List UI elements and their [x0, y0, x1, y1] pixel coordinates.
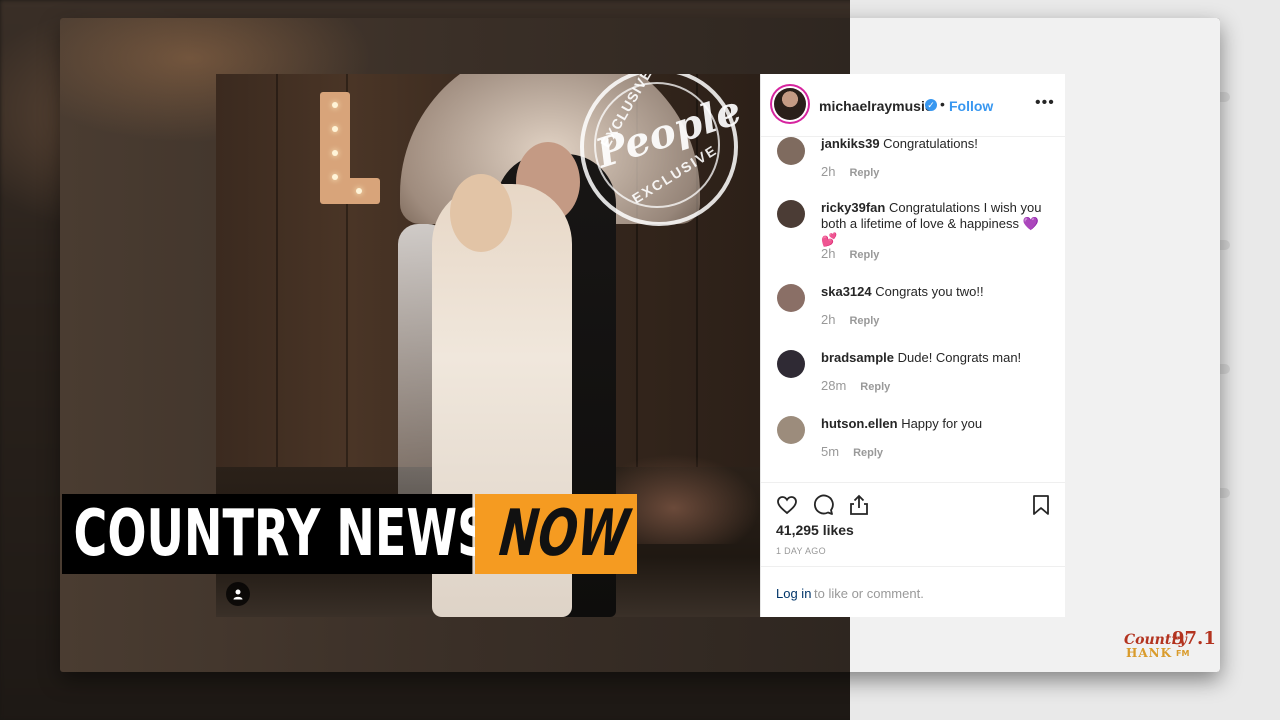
- comment-time[interactable]: 2h: [821, 246, 835, 261]
- bride-head: [450, 174, 512, 252]
- reply-button[interactable]: Reply: [860, 381, 890, 393]
- login-prompt-text: to like or comment.: [814, 586, 924, 601]
- comment-body: Congrats you two!!: [875, 284, 984, 299]
- reply-button[interactable]: Reply: [849, 315, 879, 327]
- avatar[interactable]: [777, 416, 805, 444]
- heart-icon[interactable]: [775, 493, 799, 517]
- avatar[interactable]: [774, 88, 806, 120]
- reply-button[interactable]: Reply: [849, 249, 879, 261]
- comment-user[interactable]: jankiks39: [821, 136, 880, 151]
- post-actions: [761, 482, 1065, 553]
- post-header: michaelraymusic ✓ • Follow •••: [761, 74, 1065, 137]
- bookmark-icon[interactable]: [1029, 493, 1053, 517]
- lower-third-now: NOW: [475, 494, 637, 574]
- station-band: FM: [1176, 649, 1190, 658]
- avatar[interactable]: [777, 137, 805, 165]
- comment-time[interactable]: 5m: [821, 444, 839, 459]
- user-tag-icon[interactable]: [226, 582, 250, 606]
- post-author-handle[interactable]: michaelraymusic: [819, 98, 933, 114]
- lower-third-now-text: NOW: [496, 497, 633, 571]
- comment-body: Dude! Congrats man!: [897, 350, 1022, 365]
- comment-text: bradsample Dude! Congrats man!: [821, 350, 1051, 366]
- avatar[interactable]: [777, 350, 805, 378]
- comment-user[interactable]: bradsample: [821, 350, 894, 365]
- login-prompt: Log in to like or comment.: [761, 566, 1065, 618]
- comment-time[interactable]: 2h: [821, 312, 835, 327]
- marquee-letter-l: [320, 92, 380, 210]
- comment-body: Happy for you: [901, 416, 983, 431]
- lower-third-title: COUNTRY NEWS: [62, 494, 490, 574]
- comment-text: hutson.ellen Happy for you: [821, 416, 1051, 432]
- avatar[interactable]: [777, 284, 805, 312]
- separator: •: [940, 96, 945, 112]
- comment-icon[interactable]: [811, 493, 835, 517]
- comment-text: ska3124 Congrats you two!!: [821, 284, 1051, 300]
- comment-meta: 2h Reply: [821, 246, 879, 261]
- follow-button[interactable]: Follow: [949, 98, 993, 114]
- comment-body: Congratulations!: [883, 136, 978, 151]
- avatar[interactable]: [777, 200, 805, 228]
- wood-plank: [276, 74, 278, 474]
- comment-meta: 2h Reply: [821, 312, 879, 327]
- post-timestamp[interactable]: 1 DAY AGO: [776, 546, 826, 556]
- comment-meta: 5m Reply: [821, 444, 883, 459]
- more-icon[interactable]: •••: [1035, 94, 1055, 112]
- comment-time[interactable]: 2h: [821, 164, 835, 179]
- comment-time[interactable]: 28m: [821, 378, 846, 393]
- comment-meta: 28m Reply: [821, 378, 890, 393]
- comment-text: jankiks39 Congratulations!: [821, 136, 1051, 152]
- people-exclusive-badge: EXCLUSIVE People EXCLUSIVE: [580, 74, 747, 226]
- verified-icon: ✓: [925, 99, 937, 111]
- like-count[interactable]: 41,295 likes: [776, 522, 854, 538]
- comment-user[interactable]: hutson.ellen: [821, 416, 898, 431]
- instagram-post-panel: michaelraymusic ✓ • Follow ••• jankiks39…: [760, 74, 1065, 617]
- rocks: [616, 454, 760, 544]
- station-logo: Country 97.1 HANK FM: [1124, 628, 1216, 664]
- login-link[interactable]: Log in: [776, 586, 811, 601]
- reply-button[interactable]: Reply: [853, 447, 883, 459]
- comment-meta: 2h Reply: [821, 164, 879, 179]
- station-frequency: 97.1: [1172, 628, 1216, 649]
- comment-text: ricky39fan Congratulations I wish you bo…: [821, 200, 1051, 248]
- reply-button[interactable]: Reply: [849, 167, 879, 179]
- comment-user[interactable]: ricky39fan: [821, 200, 885, 215]
- comment-user[interactable]: ska3124: [821, 284, 872, 299]
- station-name: HANK: [1126, 646, 1173, 660]
- share-icon[interactable]: [847, 493, 871, 517]
